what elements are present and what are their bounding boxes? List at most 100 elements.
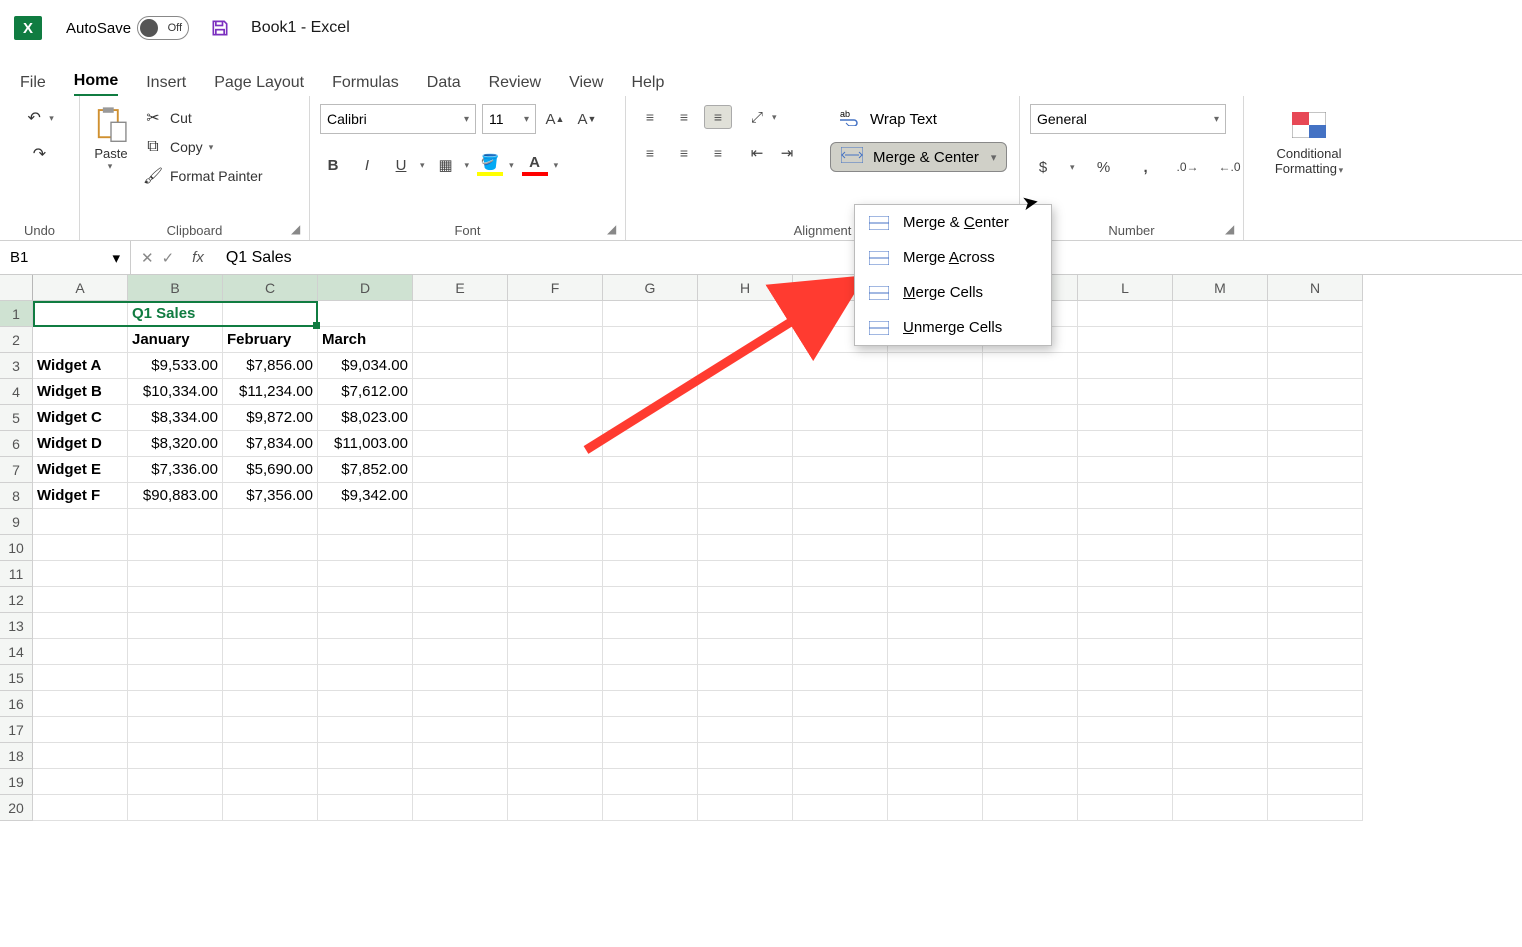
cell[interactable]	[603, 717, 698, 743]
cell[interactable]	[793, 717, 888, 743]
cell[interactable]	[1268, 431, 1363, 457]
cell[interactable]	[1173, 795, 1268, 821]
cell[interactable]: $8,320.00	[128, 431, 223, 457]
cell[interactable]	[888, 457, 983, 483]
tab-review[interactable]: Review	[489, 74, 541, 96]
cell[interactable]	[33, 717, 128, 743]
column-header[interactable]: G	[603, 275, 698, 301]
cell[interactable]	[1173, 665, 1268, 691]
select-all-corner[interactable]	[0, 275, 33, 301]
cell[interactable]: $7,356.00	[223, 483, 318, 509]
cell[interactable]	[33, 691, 128, 717]
percent-format-button[interactable]: %	[1091, 154, 1117, 180]
cell[interactable]	[698, 431, 793, 457]
cell[interactable]	[888, 639, 983, 665]
cell[interactable]: Widget D	[33, 431, 128, 457]
row-header[interactable]: 12	[0, 587, 33, 613]
cell[interactable]	[1268, 405, 1363, 431]
cell[interactable]	[603, 691, 698, 717]
row-header[interactable]: 11	[0, 561, 33, 587]
cell[interactable]	[698, 639, 793, 665]
cell[interactable]: Widget C	[33, 405, 128, 431]
cell[interactable]	[793, 587, 888, 613]
format-painter-button[interactable]: 🖌Format Painter	[142, 162, 265, 190]
cell[interactable]: $7,856.00	[223, 353, 318, 379]
cell[interactable]	[413, 691, 508, 717]
cell[interactable]	[698, 561, 793, 587]
undo-button[interactable]: ↶▾	[23, 104, 56, 132]
column-header[interactable]: F	[508, 275, 603, 301]
cell[interactable]: $10,334.00	[128, 379, 223, 405]
cell[interactable]	[888, 379, 983, 405]
cell[interactable]	[508, 301, 603, 327]
cell[interactable]: Widget B	[33, 379, 128, 405]
cell[interactable]	[508, 613, 603, 639]
cell[interactable]	[793, 509, 888, 535]
cell[interactable]	[508, 717, 603, 743]
cell[interactable]	[698, 665, 793, 691]
cell[interactable]	[698, 457, 793, 483]
cell[interactable]	[508, 535, 603, 561]
row-header[interactable]: 16	[0, 691, 33, 717]
cell[interactable]	[1173, 691, 1268, 717]
cell[interactable]	[888, 665, 983, 691]
cell[interactable]: Widget F	[33, 483, 128, 509]
decrease-indent-button[interactable]: ⇤	[744, 140, 770, 166]
cell[interactable]	[128, 665, 223, 691]
tab-help[interactable]: Help	[631, 74, 664, 96]
cell[interactable]	[1268, 743, 1363, 769]
cell[interactable]	[603, 509, 698, 535]
cell[interactable]	[223, 561, 318, 587]
cell[interactable]: $7,336.00	[128, 457, 223, 483]
align-center-button[interactable]: ≡	[670, 141, 698, 165]
cell[interactable]	[508, 405, 603, 431]
cell[interactable]	[983, 743, 1078, 769]
accounting-format-button[interactable]: $	[1030, 154, 1056, 180]
cell[interactable]	[1078, 457, 1173, 483]
cell[interactable]	[603, 587, 698, 613]
cell[interactable]	[508, 795, 603, 821]
cell[interactable]	[413, 353, 508, 379]
cell[interactable]: $9,342.00	[318, 483, 413, 509]
cell[interactable]	[33, 795, 128, 821]
cell[interactable]	[128, 795, 223, 821]
row-header[interactable]: 10	[0, 535, 33, 561]
cell[interactable]	[603, 457, 698, 483]
cell[interactable]	[603, 795, 698, 821]
row-header[interactable]: 9	[0, 509, 33, 535]
cell[interactable]	[793, 795, 888, 821]
cell[interactable]	[318, 769, 413, 795]
wrap-text-button[interactable]: ab Wrap Text	[830, 104, 947, 134]
cell[interactable]	[983, 483, 1078, 509]
decrease-decimal-button[interactable]: ←.0	[1217, 154, 1243, 180]
cell[interactable]	[1173, 561, 1268, 587]
cell[interactable]	[1268, 457, 1363, 483]
cell[interactable]	[318, 535, 413, 561]
cell[interactable]	[1078, 405, 1173, 431]
row-header[interactable]: 19	[0, 769, 33, 795]
cell[interactable]	[508, 691, 603, 717]
row-header[interactable]: 1	[0, 301, 33, 327]
cell[interactable]	[888, 769, 983, 795]
column-header[interactable]: L	[1078, 275, 1173, 301]
cell[interactable]	[1268, 613, 1363, 639]
fill-color-button[interactable]: 🪣	[477, 154, 503, 176]
tab-formulas[interactable]: Formulas	[332, 74, 399, 96]
cell[interactable]	[983, 379, 1078, 405]
spreadsheet-grid[interactable]: ABCDEFGHIJKLMN1Q1 Sales2JanuaryFebruaryM…	[0, 275, 1522, 821]
cell[interactable]	[413, 301, 508, 327]
row-header[interactable]: 8	[0, 483, 33, 509]
cell[interactable]	[698, 509, 793, 535]
cell[interactable]	[33, 613, 128, 639]
increase-font-button[interactable]: A▲	[542, 106, 568, 132]
merge-center-button[interactable]: Merge & Center ▾	[830, 142, 1007, 172]
cell[interactable]	[793, 379, 888, 405]
cell[interactable]	[1078, 327, 1173, 353]
cell[interactable]	[1173, 509, 1268, 535]
tab-page-layout[interactable]: Page Layout	[214, 74, 304, 96]
cell[interactable]: $7,852.00	[318, 457, 413, 483]
cut-button[interactable]: ✂Cut	[142, 104, 265, 132]
cell[interactable]	[508, 587, 603, 613]
cell[interactable]	[318, 509, 413, 535]
cell[interactable]	[793, 743, 888, 769]
